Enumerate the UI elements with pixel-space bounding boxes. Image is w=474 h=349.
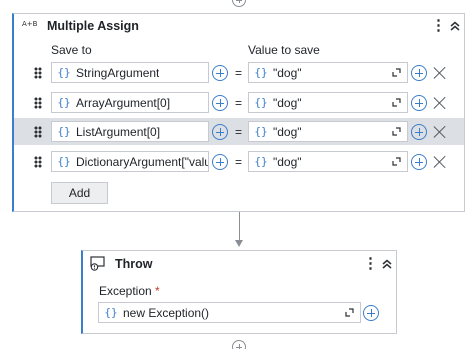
save-to-plus-button[interactable]	[212, 65, 228, 81]
throw-header: Throw ⋮	[83, 251, 396, 275]
more-options-icon[interactable]: ⋮	[431, 16, 446, 34]
save-to-plus-button[interactable]	[212, 154, 228, 170]
expand-editor-icon[interactable]	[392, 157, 401, 166]
save-to-value: DictionaryArgument["valu	[76, 154, 208, 169]
throw-activity[interactable]: Throw ⋮ Exception * {} new Exception()	[81, 250, 397, 334]
drag-handle-icon[interactable]	[34, 97, 42, 109]
assign-activity-icon: A+B	[22, 20, 38, 28]
expand-editor-icon[interactable]	[345, 308, 354, 317]
assignment-row-selected: {} ListArgument[0] = {} "dog"	[14, 118, 464, 145]
remove-row-icon[interactable]	[434, 126, 446, 138]
flow-arrow-icon	[235, 240, 243, 247]
expression-braces-icon: {}	[104, 306, 118, 319]
value-text: "dog"	[273, 65, 302, 80]
exception-label-text: Exception	[99, 284, 152, 298]
value-plus-button[interactable]	[411, 154, 427, 170]
multiple-assign-activity[interactable]: A+B Multiple Assign ⋮ Save to Value to s…	[12, 13, 465, 212]
value-plus-button[interactable]	[411, 124, 427, 140]
collapse-icon[interactable]	[382, 259, 392, 269]
expression-braces-icon: {}	[254, 125, 268, 138]
save-to-value: ArrayArgument[0]	[76, 95, 171, 110]
expand-editor-icon[interactable]	[392, 127, 401, 136]
expression-braces-icon: {}	[57, 125, 71, 138]
expression-braces-icon: {}	[254, 155, 268, 168]
value-text: "dog"	[273, 124, 302, 139]
expression-braces-icon: {}	[254, 66, 268, 79]
value-text: "dog"	[273, 154, 302, 169]
save-to-field[interactable]: {} StringArgument	[51, 62, 209, 83]
save-to-field[interactable]: {} ListArgument[0]	[51, 121, 209, 142]
value-text: "dog"	[273, 95, 302, 110]
assignment-row: {} StringArgument = {} "dog"	[14, 59, 464, 86]
equals-sign: =	[235, 125, 243, 139]
drag-handle-icon[interactable]	[34, 126, 42, 138]
value-field[interactable]: {} "dog"	[248, 121, 408, 142]
insert-activity-top-button[interactable]	[232, 0, 246, 7]
expression-braces-icon: {}	[57, 155, 71, 168]
save-to-value: ListArgument[0]	[76, 124, 161, 139]
equals-sign: =	[235, 96, 243, 110]
assignment-row: {} DictionaryArgument["valu = {} "dog"	[14, 148, 464, 175]
expand-editor-icon[interactable]	[392, 98, 401, 107]
value-plus-button[interactable]	[411, 95, 427, 111]
exception-plus-button[interactable]	[363, 305, 379, 321]
drag-handle-icon[interactable]	[34, 67, 42, 79]
save-to-value: StringArgument	[76, 65, 160, 80]
expression-braces-icon: {}	[254, 96, 268, 109]
exception-field[interactable]: {} new Exception()	[98, 302, 361, 323]
more-options-icon[interactable]: ⋮	[363, 254, 378, 272]
drag-handle-icon[interactable]	[34, 156, 42, 168]
equals-sign: =	[235, 155, 243, 169]
save-to-field[interactable]: {} ArrayArgument[0]	[51, 92, 209, 113]
remove-row-icon[interactable]	[434, 97, 446, 109]
equals-sign: =	[235, 66, 243, 80]
save-to-column-label: Save to	[51, 43, 92, 57]
expression-braces-icon: {}	[57, 96, 71, 109]
throw-title: Throw	[115, 257, 153, 271]
save-to-field[interactable]: {} DictionaryArgument["valu	[51, 151, 209, 172]
assignment-row: {} ArrayArgument[0] = {} "dog"	[14, 89, 464, 116]
multiple-assign-title: Multiple Assign	[47, 19, 139, 33]
throw-activity-icon	[90, 256, 105, 271]
exception-value: new Exception()	[123, 305, 210, 320]
value-to-save-column-label: Value to save	[248, 43, 320, 57]
required-mark: *	[155, 284, 160, 298]
save-to-plus-button[interactable]	[212, 95, 228, 111]
save-to-plus-button[interactable]	[212, 124, 228, 140]
value-field[interactable]: {} "dog"	[248, 151, 408, 172]
collapse-icon[interactable]	[450, 21, 460, 31]
value-plus-button[interactable]	[411, 65, 427, 81]
remove-row-icon[interactable]	[434, 67, 446, 79]
exception-label: Exception *	[99, 284, 160, 298]
multiple-assign-header: A+B Multiple Assign ⋮	[14, 14, 464, 38]
expand-editor-icon[interactable]	[392, 68, 401, 77]
expression-braces-icon: {}	[57, 66, 71, 79]
remove-row-icon[interactable]	[434, 156, 446, 168]
value-field[interactable]: {} "dog"	[248, 92, 408, 113]
value-field[interactable]: {} "dog"	[248, 62, 408, 83]
add-assignment-button[interactable]: Add	[51, 182, 108, 204]
insert-activity-bottom-button[interactable]	[232, 340, 246, 349]
flow-connector	[239, 212, 240, 242]
